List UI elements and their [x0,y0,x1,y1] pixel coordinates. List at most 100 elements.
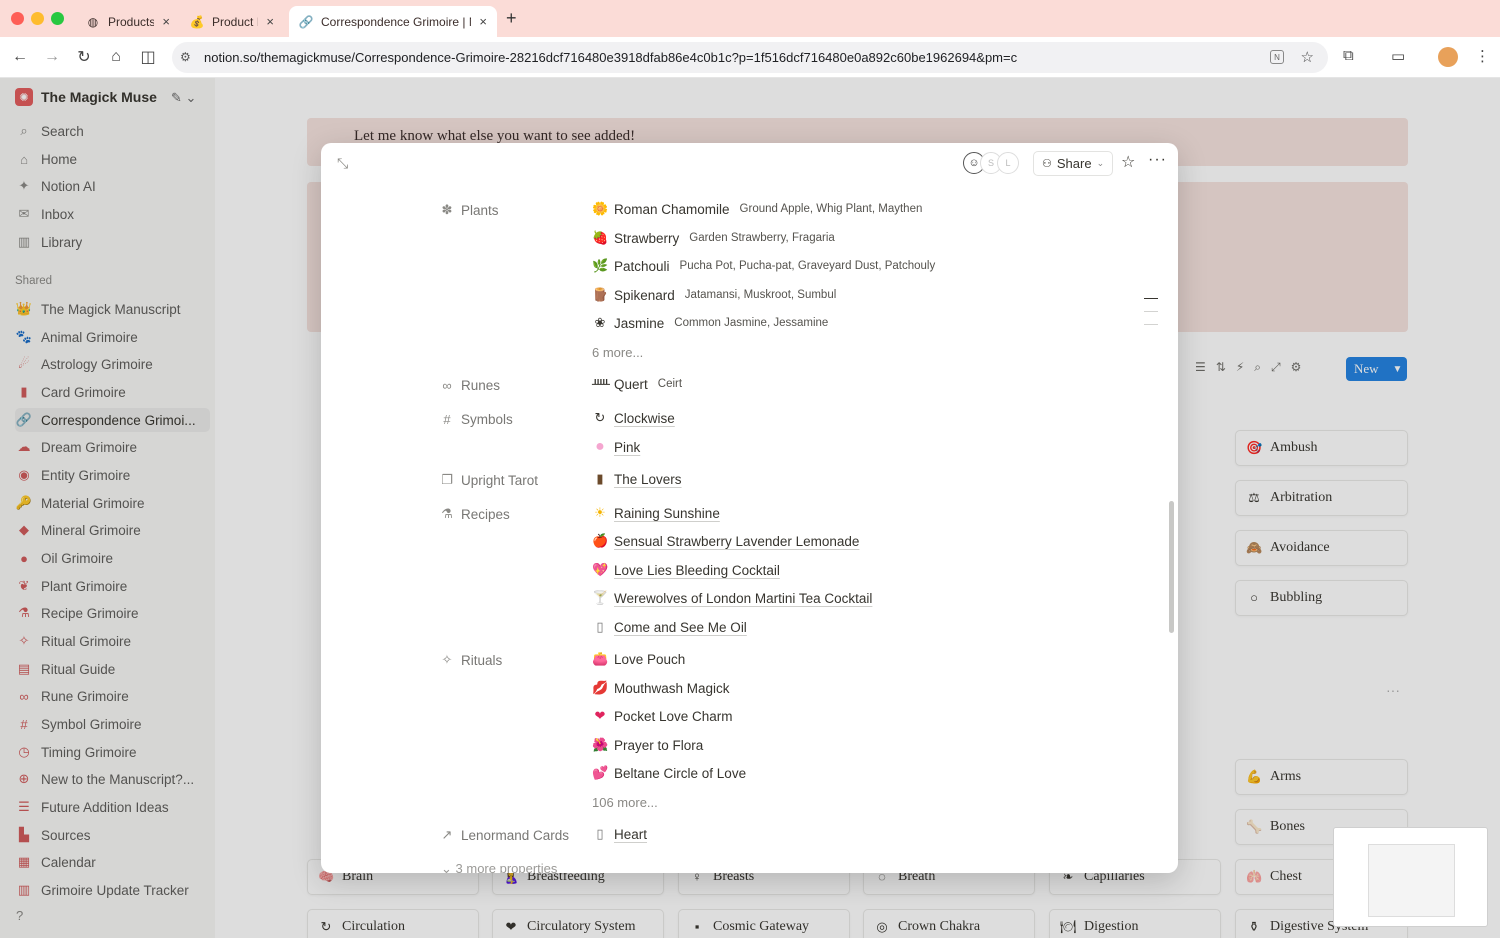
more-options-icon[interactable]: ··· [1386,682,1400,698]
relation-item[interactable]: 🌺 Prayer to Flora [592,734,703,756]
relation-item[interactable]: ᚊ Quert Ceirt [592,373,682,395]
property-label-lenormand-cards[interactable]: ↗ Lenormand Cards [439,825,570,845]
page-icon: ▯ [596,619,604,634]
property-label-runes[interactable]: ∞ Runes [439,375,500,395]
toc-marker[interactable] [1144,311,1158,312]
heart-icon: ❤ [594,708,606,723]
close-tab-icon[interactable]: × [266,14,274,29]
relation-item[interactable]: ● Pink [592,436,640,458]
show-more-link[interactable]: 6 more... [592,345,643,360]
more-properties-toggle[interactable]: ⌄ 3 more properties [441,861,557,873]
address-bar-row: ← → ↻ ⌂ ◫ ⚙ notion.so/themagickmuse/Corr… [0,37,1500,78]
rune-icon: ᚊ [592,376,610,391]
toc-marker-active[interactable] [1144,298,1158,299]
page-icon: ▯ [596,826,604,841]
relation-item[interactable]: ☀ Raining Sunshine [592,502,720,524]
browser-tab[interactable]: 💰 Product I × [180,6,284,37]
relation-item[interactable]: 💕 Beltane Circle of Love [592,762,746,784]
apple-icon: 🍎 [592,533,609,548]
property-label-recipes[interactable]: ⚗ Recipes [439,504,510,524]
chamomile-icon: 🌼 [592,201,609,216]
browser-menu-icon[interactable]: ⋮ [1475,47,1490,65]
lips-icon: 💋 [592,680,609,695]
relation-item[interactable]: ❀ Jasmine Common Jasmine, Jessamine [592,312,829,334]
property-label-upright-tarot[interactable]: ❐ Upright Tarot [439,470,538,490]
url-text: notion.so/themagickmuse/Correspondence-G… [204,50,1018,65]
reload-icon[interactable]: ↻ [74,47,94,67]
relation-item[interactable]: 🍸 Werewolves of London Martini Tea Cockta… [592,587,872,609]
close-window-button[interactable] [11,12,24,25]
moneybag-icon: 💰 [189,14,205,29]
favorite-star-icon[interactable]: ☆ [1121,152,1135,172]
sparkling-heart-icon: 💖 [592,562,609,577]
relation-item[interactable]: 🌿 Patchouli Pucha Pot, Pucha-pat, Graveyar… [592,255,935,277]
hash-icon: # [443,411,451,427]
hibiscus-icon: 🌺 [592,737,609,752]
maximize-window-button[interactable] [51,12,64,25]
relation-item[interactable]: 💖 Love Lies Bleeding Cocktail [592,559,780,581]
relation-item[interactable]: ▯ Come and See Me Oil [592,616,746,638]
clockwise-icon: ↻ [594,410,606,425]
home-icon[interactable]: ⌂ [106,47,126,67]
page-peek-modal: ⤡ ☺ S L ⚇ Share ⌄ ☆ ··· ✽ Plants 🌼 Roman Cha… [321,143,1178,873]
user-avatar: L [997,152,1019,174]
more-options-icon[interactable]: ··· [1148,151,1167,169]
browser-tab-active[interactable]: 🔗 Correspondence Grimoire | N × [289,6,497,37]
infinity-icon: ∞ [442,377,452,393]
browser-tab[interactable]: ◍ Products × [76,6,180,37]
extensions-puzzle-icon[interactable]: ⧉ [1343,47,1354,64]
magic-wand-icon: ✧ [441,652,453,667]
window-thumbnail[interactable] [1333,827,1488,927]
globe-icon: ◍ [87,14,99,29]
relation-item[interactable]: ❤ Pocket Love Charm [592,705,733,727]
property-label-rituals[interactable]: ✧ Rituals [439,650,503,670]
browser-tab-bar: ◍ Products × 💰 Product I × 🔗 Corresponde… [0,0,1500,37]
chevron-down-icon: ⌄ [441,861,452,873]
close-tab-icon[interactable]: × [479,14,487,29]
link-icon: 🔗 [298,14,314,29]
relation-item[interactable]: ▯ Heart [592,823,647,845]
scrollbar-thumb[interactable] [1169,501,1174,633]
relation-item[interactable]: ▮ The Lovers [592,468,681,490]
split-view-icon[interactable]: ◫ [138,47,158,67]
toc-marker[interactable] [1144,324,1158,325]
chevron-down-icon: ⌄ [1096,158,1105,168]
property-label-plants[interactable]: ✽ Plants [439,200,499,220]
jasmine-icon: ❀ [594,315,606,330]
root-icon: 🪵 [592,287,609,302]
relation-item[interactable]: 🪵 Spikenard Jatamansi, Muskroot, Sumbul [592,284,836,306]
expand-icon[interactable]: ⤡ [337,155,348,172]
pink-circle-icon: ● [595,438,605,455]
cards-icon: ❐ [441,472,453,487]
two-hearts-icon: 💕 [592,765,609,780]
url-field[interactable]: ⚙ notion.so/themagickmuse/Correspondence… [172,42,1328,73]
strawberry-icon: 🍓 [592,230,609,245]
new-tab-button[interactable]: + [506,8,517,29]
relation-item[interactable]: ↻ Clockwise [592,407,675,429]
relation-item[interactable]: 💋 Mouthwash Magick [592,677,730,699]
flask-icon: ⚗ [441,506,453,521]
martini-icon: 🍸 [592,590,609,605]
close-tab-icon[interactable]: × [162,14,170,29]
flower-icon: ✽ [441,202,453,217]
profile-avatar[interactable] [1438,47,1458,67]
relation-item[interactable]: 🌼 Roman Chamomile Ground Apple, Whig Plant… [592,198,922,220]
site-settings-icon[interactable]: ⚙ [180,50,191,64]
people-icon: ⚇ [1042,158,1052,170]
relation-item[interactable]: 🍎 Sensual Strawberry Lavender Lemonade [592,530,859,552]
show-more-link[interactable]: 106 more... [592,795,658,810]
cast-icon[interactable]: ▭ [1391,47,1405,65]
back-arrow-icon[interactable]: ← [10,47,30,67]
relation-item[interactable]: 🍓 Strawberry Garden Strawberry, Fragaria [592,227,835,249]
notion-extension-icon[interactable]: N [1270,50,1284,64]
arrow-up-right-icon: ↗ [441,827,453,842]
minimize-window-button[interactable] [31,12,44,25]
bookmark-star-icon[interactable]: ☆ [1301,48,1314,66]
relation-item[interactable]: 👛 Love Pouch [592,648,685,670]
collaborator-avatars[interactable]: ☺ S L [963,152,1019,174]
sun-icon: ☀ [594,505,606,520]
forward-arrow-icon[interactable]: → [42,47,62,67]
property-label-symbols[interactable]: # Symbols [439,409,512,429]
share-button[interactable]: ⚇ Share ⌄ [1033,151,1114,176]
herb-icon: 🌿 [592,258,609,273]
